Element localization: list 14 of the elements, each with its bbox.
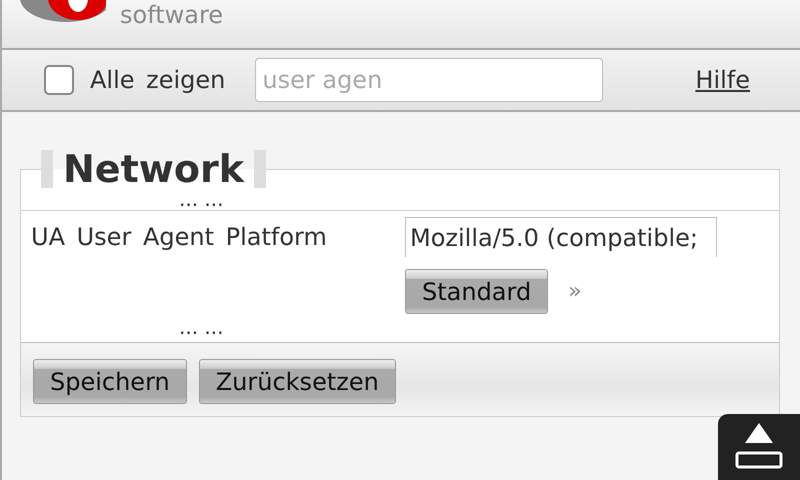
help-link[interactable]: Hilfe: [695, 66, 750, 94]
show-all-checkbox[interactable]: [44, 65, 74, 95]
show-all-label: Alle zeigen: [90, 66, 226, 94]
more-link[interactable]: »: [568, 279, 582, 304]
logo-text: software: [120, 2, 224, 28]
default-button[interactable]: Standard: [405, 269, 548, 314]
reset-button[interactable]: Zurücksetzen: [198, 359, 396, 404]
section-title: Network: [41, 150, 266, 188]
eject-button[interactable]: [718, 414, 800, 480]
ellipsis-text: ... ...: [179, 315, 224, 339]
user-agent-field[interactable]: Mozilla/5.0 (compatible;: [405, 217, 717, 257]
save-button[interactable]: Speichern: [33, 359, 187, 404]
ellipsis-text: ... ...: [179, 187, 224, 211]
setting-label: UA User Agent Platform: [31, 222, 328, 253]
